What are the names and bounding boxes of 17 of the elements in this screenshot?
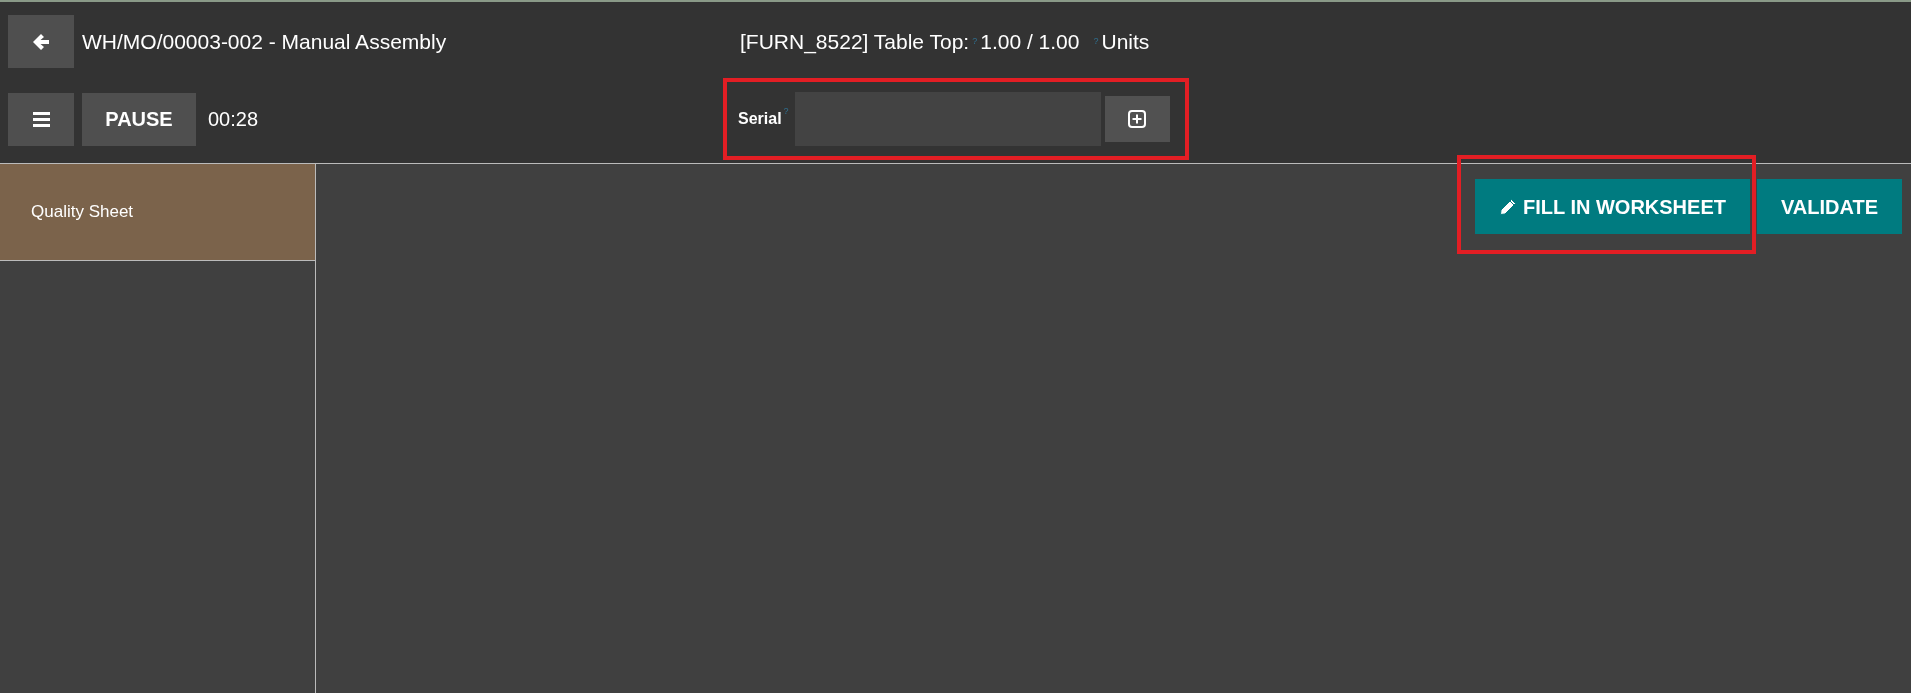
pause-button[interactable]: PAUSE <box>82 92 196 146</box>
sidebar-item[interactable]: Quality Sheet <box>0 164 315 261</box>
validate-button[interactable]: VALIDATE <box>1756 179 1902 234</box>
pencil-icon <box>1499 197 1517 216</box>
product-label: [FURN_8522] Table Top: <box>740 28 970 56</box>
back-button[interactable] <box>8 15 74 68</box>
add-button[interactable] <box>1104 96 1170 142</box>
plus-square-icon <box>1128 110 1147 128</box>
timer: 00:28 <box>208 107 259 132</box>
quantity: 1.00 / 1.00 <box>980 28 1080 55</box>
unit-label: Units <box>1101 28 1150 55</box>
title: WH/MO/00003-002 - Manual Assembly <box>82 28 447 55</box>
menu-button[interactable] <box>8 92 74 146</box>
menu-icon <box>32 111 50 127</box>
serial-label: Serial <box>738 109 782 129</box>
back-arrow-icon <box>31 31 51 52</box>
fill-worksheet-button[interactable]: FILL IN WORKSHEET <box>1475 179 1750 234</box>
